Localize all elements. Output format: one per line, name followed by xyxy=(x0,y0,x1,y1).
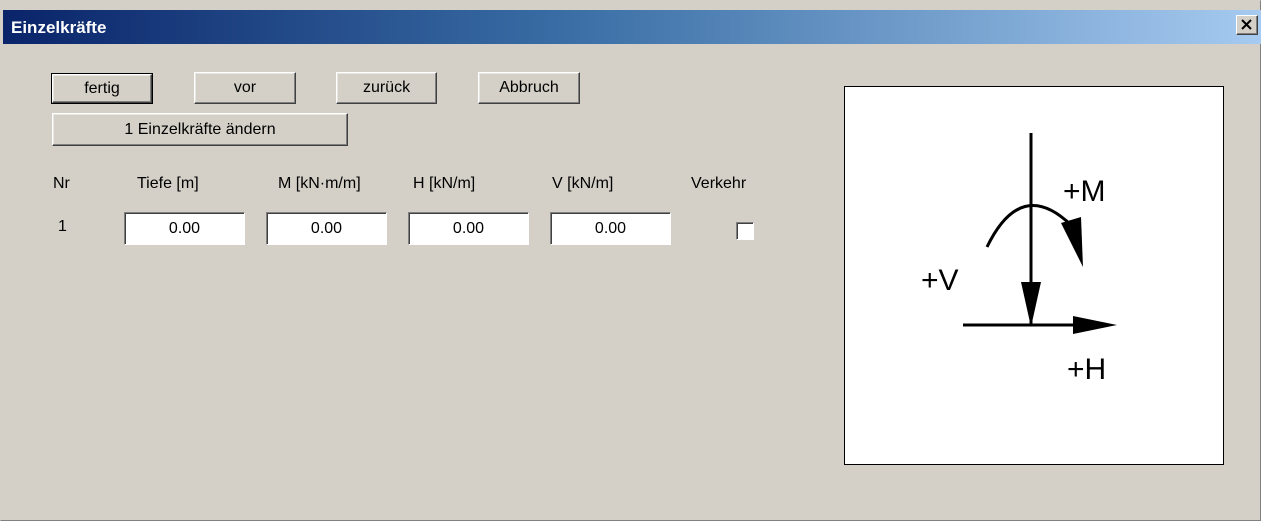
fertig-button-label: fertig xyxy=(84,79,120,97)
moment-arc xyxy=(985,203,1073,248)
einzelkraefte-aendern-button[interactable]: 1 Einzelkräfte ändern xyxy=(52,113,348,146)
h-value: 0.00 xyxy=(452,219,485,237)
zurueck-button[interactable]: zurück xyxy=(336,72,437,104)
close-button[interactable] xyxy=(1236,15,1258,35)
header-verkehr: Verkehr xyxy=(691,175,747,192)
close-x-icon xyxy=(1241,19,1252,30)
header-nr: Nr xyxy=(53,175,70,192)
einzelkraefte-aendern-label: 1 Einzelkräfte ändern xyxy=(124,120,276,138)
v-input[interactable]: 0.00 xyxy=(550,212,671,245)
header-m: M [kN·m/m] xyxy=(278,175,361,192)
zurueck-button-label: zurück xyxy=(362,79,411,96)
header-tiefe: Tiefe [m] xyxy=(137,175,199,192)
h-input[interactable]: 0.00 xyxy=(408,212,529,245)
h-arrow-head xyxy=(1073,316,1117,334)
label-plus-h: +H xyxy=(1067,353,1106,386)
dialog-window: Einzelkräfte fertig vor zurück Abbruch 1… xyxy=(0,0,1261,521)
tiefe-value: 0.00 xyxy=(168,219,201,237)
header-h: H [kN/m] xyxy=(413,175,476,192)
title-bar[interactable]: Einzelkräfte xyxy=(3,10,1261,44)
vor-button[interactable]: vor xyxy=(194,72,296,104)
abbruch-button-label: Abbruch xyxy=(499,79,559,96)
label-plus-v: +V xyxy=(921,264,959,297)
fertig-button[interactable]: fertig xyxy=(51,73,153,104)
vor-button-label: vor xyxy=(233,79,257,96)
m-input[interactable]: 0.00 xyxy=(266,212,387,245)
force-diagram-svg: +M +V +H xyxy=(921,133,1117,386)
verkehr-checkbox[interactable] xyxy=(736,222,754,240)
abbruch-button[interactable]: Abbruch xyxy=(478,72,580,104)
m-value: 0.00 xyxy=(310,219,343,237)
row-nr: 1 xyxy=(58,218,67,235)
header-v: V [kN/m] xyxy=(552,175,614,192)
sign-convention-diagram: +M +V +H xyxy=(844,86,1224,465)
m-arrow-head xyxy=(1061,217,1083,267)
v-value: 0.00 xyxy=(594,219,627,237)
label-plus-m: +M xyxy=(1063,175,1106,208)
v-arrow-head xyxy=(1021,282,1041,327)
window-title: Einzelkräfte xyxy=(11,18,107,37)
tiefe-input[interactable]: 0.00 xyxy=(124,212,245,245)
